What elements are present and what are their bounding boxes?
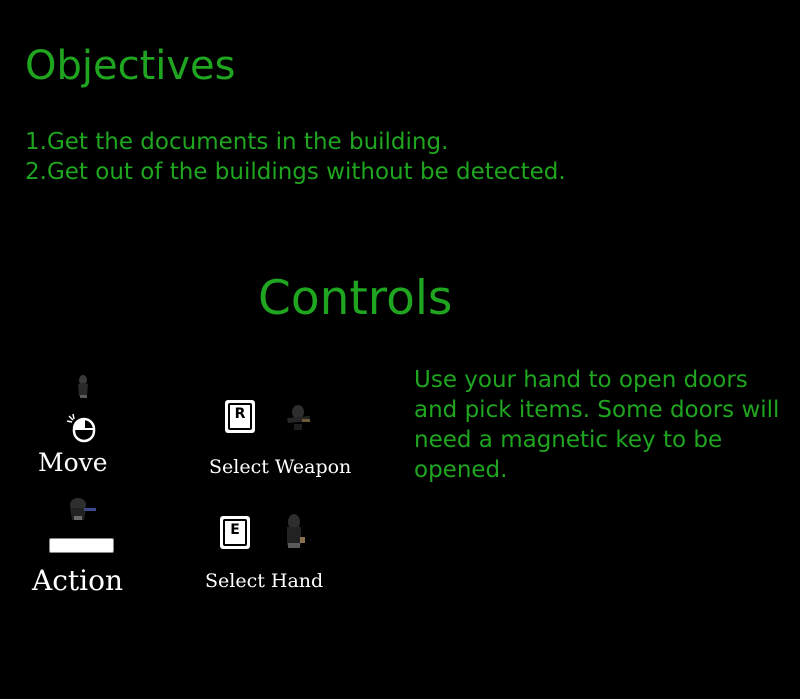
weapon-character-icon	[287, 405, 310, 430]
r-key-icon: R	[225, 400, 255, 433]
character-icon	[78, 375, 88, 398]
hand-character-icon	[287, 514, 305, 548]
select-weapon-label: Select Weapon	[209, 456, 352, 478]
e-key-letter: E	[223, 519, 247, 546]
hand-hint-text: Use your hand to open doors and pick ite…	[414, 367, 780, 483]
select-hand-label: Select Hand	[205, 570, 324, 592]
mouse-icon	[66, 413, 96, 443]
objectives-title: Objectives	[25, 43, 236, 89]
objective-item: 2.Get out of the buildings without be de…	[25, 159, 566, 185]
action-label: Action	[32, 564, 123, 597]
spacebar-key-icon	[49, 538, 114, 553]
r-key-letter: R	[228, 403, 252, 430]
objectives-list: 1.Get the documents in the building. 2.G…	[25, 127, 566, 187]
e-key-icon: E	[220, 516, 250, 549]
objective-item: 1.Get the documents in the building.	[25, 129, 449, 155]
character-action-icon	[70, 498, 96, 520]
controls-title: Controls	[258, 271, 453, 326]
move-label: Move	[38, 448, 108, 477]
